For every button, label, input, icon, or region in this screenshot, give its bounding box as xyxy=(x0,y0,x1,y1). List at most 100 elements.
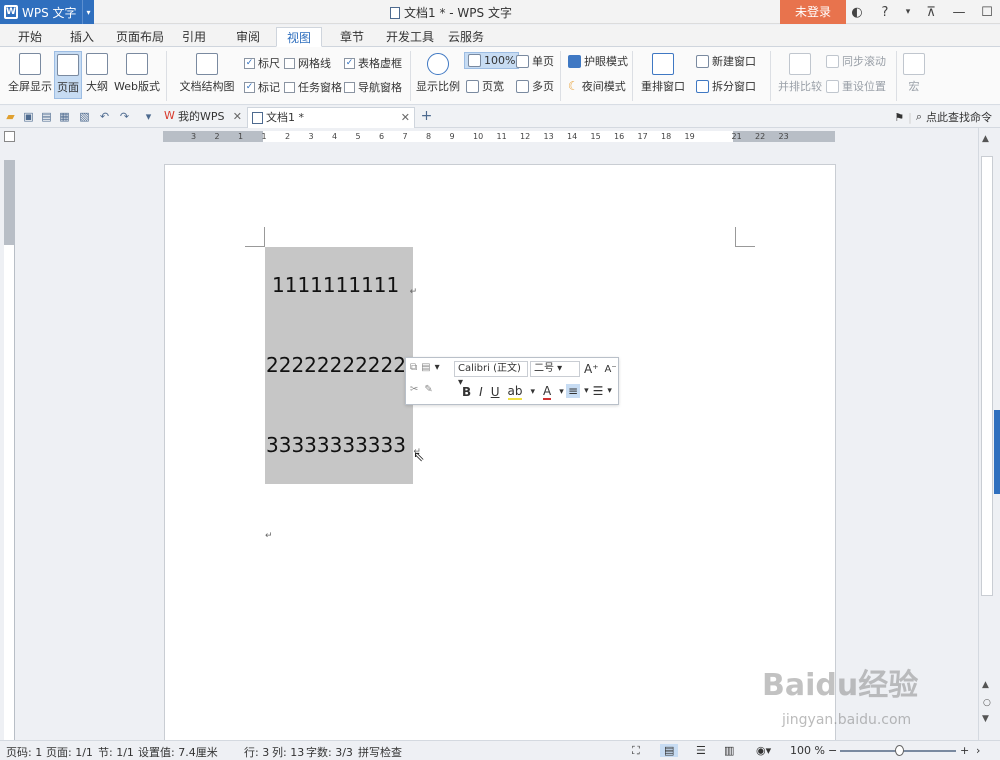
print-preview-icon[interactable]: ▧ xyxy=(78,110,91,123)
scrollbar-thumb[interactable] xyxy=(981,156,993,596)
maximize-button[interactable]: ☐ xyxy=(978,5,996,20)
text-line-1[interactable]: 1111111111 ↵ xyxy=(272,273,417,297)
tab-references[interactable]: 引用 xyxy=(172,27,216,47)
zoom-level[interactable]: 100 % xyxy=(790,744,825,757)
page-view-button[interactable]: 页面 xyxy=(54,51,82,99)
nav-pane-checkbox[interactable]: 导航窗格 xyxy=(344,79,402,95)
split-window-button[interactable]: 拆分窗口 xyxy=(696,78,756,94)
zoom-100-button[interactable]: 100% xyxy=(464,52,520,69)
copy-icon[interactable]: ⧉ xyxy=(410,362,417,373)
tab-page-layout[interactable]: 页面布局 xyxy=(106,27,174,47)
ruler-checkbox[interactable]: ✓ 标尺 xyxy=(244,55,280,71)
tab-developer[interactable]: 开发工具 xyxy=(376,27,444,47)
text-line-2[interactable]: 22222222222 xyxy=(266,353,406,377)
gridlines-checkbox[interactable]: 网格线 xyxy=(284,55,331,71)
zoom-out-icon[interactable]: − xyxy=(828,744,837,757)
tab-chapter[interactable]: 章节 xyxy=(330,27,374,47)
tab-insert[interactable]: 插入 xyxy=(60,27,104,47)
chevron-down-icon[interactable]: ▾ xyxy=(559,387,564,397)
web-view-icon[interactable]: ▥ xyxy=(724,744,734,757)
save-icon[interactable]: ▣ xyxy=(22,110,35,123)
highlight-icon[interactable]: ab xyxy=(507,384,523,400)
eye-mode-button[interactable]: 护眼模式 xyxy=(568,53,628,69)
tab-cloud[interactable]: 云服务 xyxy=(438,27,494,47)
chevron-down-icon[interactable]: ▾ xyxy=(584,386,589,396)
line-spacing-icon[interactable]: ☰ xyxy=(593,384,604,398)
eye-protect-icon[interactable]: ◉▾ xyxy=(756,744,771,757)
horizontal-ruler[interactable]: 3 2 1 1 2 3 4 5 6 7 8 9 10 11 12 13 14 15 16 17 18 19 21 22 23 xyxy=(163,131,835,142)
font-size-select[interactable]: 二号 ▾ xyxy=(530,361,580,377)
zoom-slider-knob[interactable] xyxy=(895,745,904,756)
text-line-3[interactable]: 33333333333 ↵ xyxy=(266,433,421,457)
task-pane-checkbox[interactable]: 任务窗格 xyxy=(284,79,342,95)
chevron-down-icon[interactable]: ▾ xyxy=(530,387,535,397)
close-tab-icon[interactable]: ✕ xyxy=(401,108,410,128)
rearrange-window-button[interactable]: 重排窗口 xyxy=(638,53,688,94)
open-folder-icon[interactable]: ▰ xyxy=(4,110,17,123)
paste-icon[interactable]: ▤ xyxy=(421,362,430,373)
zoom-button[interactable]: 显示比例 xyxy=(416,53,460,94)
side-panel-toggle[interactable] xyxy=(994,410,1000,494)
help-button[interactable]: ? xyxy=(876,5,894,20)
close-tab-icon[interactable]: ✕ xyxy=(233,107,242,127)
fullscreen-button[interactable]: 全屏显示 xyxy=(8,53,52,94)
zoom-in-icon[interactable]: + xyxy=(960,744,969,757)
tab-document1[interactable]: 文档1 * ✕ xyxy=(247,107,415,128)
vertical-scrollbar[interactable]: ▲ ▲ ○ ▼ xyxy=(978,128,994,740)
status-options-icon[interactable]: › xyxy=(976,744,980,757)
night-mode-button[interactable]: ☾ 夜间模式 xyxy=(568,78,626,94)
page-width-button[interactable]: 页宽 xyxy=(466,78,504,94)
format-painter-icon[interactable]: ✎ xyxy=(424,384,432,395)
table-dotted-checkbox[interactable]: ✓ 表格虚框 xyxy=(344,55,402,71)
tab-start[interactable]: 开始 xyxy=(8,27,52,47)
ruler-corner-icon[interactable] xyxy=(4,131,15,142)
side-by-side-button[interactable]: 并排比较 xyxy=(778,53,822,94)
outline-view-button[interactable]: 大纲 xyxy=(84,53,110,94)
underline-button[interactable]: U xyxy=(491,385,500,399)
chevron-down-icon[interactable]: ▾ xyxy=(904,7,912,17)
outline-view-icon[interactable]: ☰ xyxy=(696,744,706,757)
italic-button[interactable]: I xyxy=(479,385,483,399)
login-button[interactable]: 未登录 xyxy=(780,0,846,24)
restore-ribbon-icon[interactable]: ⊼ xyxy=(922,5,940,20)
scroll-up-icon[interactable]: ▲ xyxy=(982,134,989,144)
grow-font-icon[interactable]: A⁺ xyxy=(584,362,599,376)
undo-icon[interactable]: ↶ xyxy=(98,110,111,123)
browse-object-icon[interactable]: ○ xyxy=(983,698,991,708)
print-icon[interactable]: ▦ xyxy=(58,110,71,123)
marks-checkbox[interactable]: ✓ 标记 xyxy=(244,79,280,95)
align-icon[interactable]: ≡ xyxy=(566,384,581,398)
macro-button[interactable]: 宏 xyxy=(902,53,926,94)
fullscreen-view-icon[interactable]: ⛶ xyxy=(632,744,640,758)
document-page[interactable]: 1111111111 ↵ 22222222222 33333333333 ↵ ↵ xyxy=(164,164,836,744)
tab-review[interactable]: 审阅 xyxy=(226,27,270,47)
redo-icon[interactable]: ↷ xyxy=(118,110,131,123)
bold-button[interactable]: B xyxy=(462,385,471,399)
spell-check-button[interactable]: 拼写检查 xyxy=(358,744,402,760)
skin-icon[interactable]: ◐ xyxy=(848,5,866,20)
next-page-icon[interactable]: ▼ xyxy=(982,714,989,724)
export-pdf-icon[interactable]: ▤ xyxy=(40,110,53,123)
tab-my-wps[interactable]: W 我的WPS ✕ xyxy=(160,107,246,128)
prev-page-icon[interactable]: ▲ xyxy=(982,680,989,690)
page-view-icon[interactable]: ▤ xyxy=(660,744,679,757)
shrink-font-icon[interactable]: A⁻ xyxy=(605,364,617,375)
vertical-ruler[interactable] xyxy=(4,160,15,740)
chevron-down-icon[interactable]: ▾ xyxy=(82,0,94,24)
chevron-down-icon[interactable]: ▾ xyxy=(607,386,612,396)
reset-position-button[interactable]: 重设位置 xyxy=(826,78,886,94)
new-tab-icon[interactable]: + xyxy=(420,109,433,123)
chevron-down-icon[interactable]: ▾ xyxy=(142,110,155,123)
sync-scroll-button[interactable]: 同步滚动 xyxy=(826,53,886,69)
chevron-down-icon[interactable]: ▾ xyxy=(435,362,440,373)
font-name-select[interactable]: Calibri (正文) ▾ xyxy=(454,361,528,388)
multi-page-button[interactable]: 多页 xyxy=(516,78,554,94)
web-view-button[interactable]: Web版式 xyxy=(114,53,160,94)
cut-icon[interactable]: ✂ xyxy=(410,384,418,395)
tab-view[interactable]: 视图 xyxy=(276,27,323,47)
font-color-button[interactable]: A xyxy=(543,384,552,400)
command-search[interactable]: ⚑ | ⌕ 点此查找命令 xyxy=(894,109,992,125)
doc-structure-button[interactable]: 文档结构图 xyxy=(176,53,238,94)
app-menu-button[interactable]: W WPS 文字 ▾ xyxy=(0,0,94,24)
minimize-button[interactable]: — xyxy=(950,5,968,20)
